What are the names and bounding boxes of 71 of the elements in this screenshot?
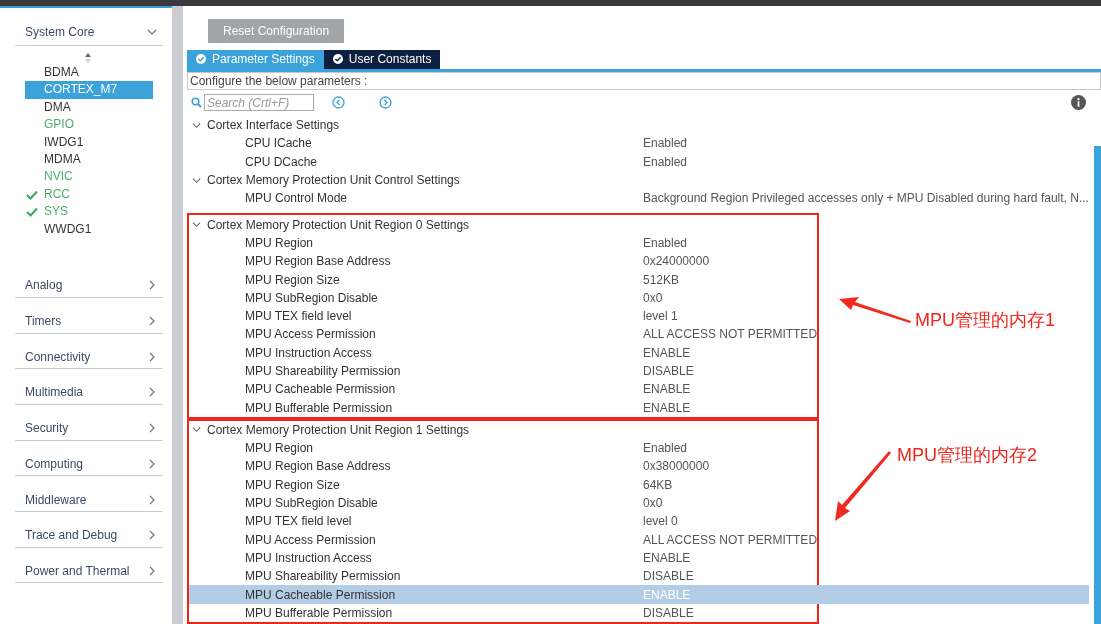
scrollbar[interactable] bbox=[1094, 146, 1101, 624]
group-header[interactable]: Cortex Memory Protection Unit Control Settings bbox=[189, 170, 460, 190]
chevron-icon bbox=[192, 175, 201, 185]
info-icon[interactable] bbox=[1071, 95, 1086, 111]
previous-icon[interactable] bbox=[332, 96, 345, 110]
parameter-row[interactable]: MPU Region Enabled bbox=[189, 439, 688, 458]
parameter-row[interactable]: MPU Cacheable Permission ENABLE bbox=[189, 380, 691, 399]
parameter-row[interactable]: MPU Shareability Permission DISABLE bbox=[189, 361, 694, 381]
parameter-row[interactable]: MPU Instruction Access ENABLE bbox=[189, 343, 691, 362]
chevron-icon bbox=[147, 458, 157, 469]
annotation-label: MPU管理的内存1 bbox=[915, 309, 1055, 333]
chevron-icon bbox=[147, 351, 157, 362]
annotation-label: MPU管理的内存2 bbox=[897, 443, 1037, 467]
chevron-icon bbox=[147, 530, 157, 541]
group-header[interactable]: Cortex Interface Settings bbox=[189, 116, 340, 135]
parameter-row[interactable]: CPU DCache Enabled bbox=[189, 152, 688, 171]
arrow-icon bbox=[839, 295, 911, 326]
parameter-row[interactable]: CPU ICache Enabled bbox=[189, 134, 688, 153]
check-circle-icon bbox=[196, 54, 206, 65]
chevron-icon bbox=[192, 425, 201, 435]
instruction-text: Configure the below parameters : bbox=[187, 71, 1101, 90]
parameter-row[interactable]: MPU TEX field level level 0 bbox=[189, 512, 678, 531]
category-header[interactable]: Connectivity bbox=[15, 345, 163, 370]
parameter-row[interactable]: MPU Region Size 512KB bbox=[189, 270, 680, 289]
chevron-icon bbox=[147, 423, 157, 434]
chevron-icon bbox=[147, 280, 157, 291]
sort-icon[interactable] bbox=[84, 52, 92, 64]
parameter-row[interactable]: MPU Access Permission ALL ACCESS NOT PERMITTED bbox=[189, 530, 818, 549]
chevron-icon bbox=[192, 120, 201, 130]
parameter-row[interactable]: MPU Control Mode Background Region Privileged accesses only + MPU Disabled during hard fault, N... bbox=[189, 189, 1089, 208]
category-header[interactable]: Timers bbox=[15, 309, 163, 334]
parameter-row[interactable]: MPU SubRegion Disable 0x0 bbox=[189, 288, 663, 307]
parameter-row[interactable]: MPU Region Base Address 0x24000000 bbox=[189, 252, 710, 271]
parameter-row[interactable]: MPU TEX field level level 1 bbox=[189, 306, 678, 326]
peripheral-item[interactable]: WWDG1 bbox=[25, 220, 153, 238]
peripheral-item[interactable]: IWDG1 bbox=[25, 133, 153, 151]
category-header[interactable]: Power and Thermal bbox=[15, 559, 163, 584]
category-header[interactable]: Analog bbox=[15, 273, 163, 298]
parameter-row[interactable]: MPU Region Enabled bbox=[189, 233, 688, 253]
chevron-icon bbox=[147, 387, 157, 398]
parameter-row[interactable]: MPU Bufferable Permission ENABLE bbox=[189, 398, 691, 417]
parameter-row[interactable]: MPU Instruction Access ENABLE bbox=[189, 548, 691, 568]
chevron-icon bbox=[147, 27, 157, 37]
group-header[interactable]: Cortex Memory Protection Unit Region 1 Settings bbox=[189, 420, 470, 440]
category-header[interactable]: System Core bbox=[15, 19, 163, 46]
peripheral-item[interactable]: MDMA bbox=[25, 150, 153, 169]
peripheral-item[interactable]: BDMA bbox=[25, 64, 153, 82]
category-header[interactable]: Multimedia bbox=[15, 380, 163, 405]
parameter-row[interactable]: MPU Region Size 64KB bbox=[189, 475, 673, 494]
peripheral-item[interactable]: DMA bbox=[25, 98, 153, 117]
chevron-icon bbox=[147, 494, 157, 505]
group-header[interactable]: Cortex Memory Protection Unit Region 0 Settings bbox=[189, 215, 470, 234]
category-header[interactable]: Middleware bbox=[15, 488, 163, 513]
arrow-icon bbox=[835, 450, 891, 521]
parameter-row[interactable]: MPU Region Base Address 0x38000000 bbox=[189, 457, 710, 476]
category-header[interactable]: Computing bbox=[15, 452, 163, 477]
chevron-icon bbox=[192, 220, 201, 230]
category-header[interactable]: Security bbox=[15, 416, 163, 441]
next-icon[interactable] bbox=[379, 96, 392, 110]
chevron-icon bbox=[147, 565, 157, 576]
check-circle-icon bbox=[332, 54, 343, 65]
search-icon bbox=[191, 97, 202, 109]
parameter-row[interactable]: MPU Shareability Permission DISABLE bbox=[189, 567, 694, 586]
parameter-row[interactable]: MPU Access Permission ALL ACCESS NOT PERMITTED bbox=[189, 325, 818, 344]
parameter-row[interactable]: MPU Bufferable Permission DISABLE bbox=[189, 603, 694, 622]
search-field[interactable]: Search (Crtl+F) bbox=[204, 94, 314, 112]
parameter-row[interactable]: MPU Cacheable Permission ENABLE bbox=[189, 585, 1089, 604]
tab[interactable]: User Constants bbox=[323, 49, 441, 69]
chevron-icon bbox=[147, 316, 157, 327]
parameter-row[interactable]: MPU SubRegion Disable 0x0 bbox=[189, 493, 663, 513]
category-header[interactable]: Trace and Debug bbox=[15, 523, 163, 548]
